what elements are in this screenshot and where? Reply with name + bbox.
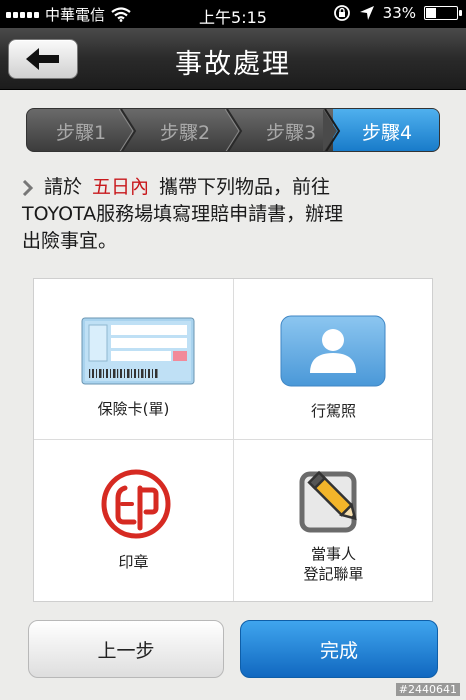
insurance-card-icon	[81, 317, 195, 385]
required-items-grid: 保險卡(單) 行駕照 印章 當事人 登記聯單	[33, 278, 433, 602]
navigation-bar: 事故處理	[0, 28, 466, 90]
item-party-registration-form: 當事人 登記聯單	[234, 440, 433, 600]
instruction-after: 攜帶下列物品，前往	[159, 176, 331, 198]
page-title: 事故處理	[175, 49, 291, 80]
instruction-line-3: 出險事宜。	[22, 230, 118, 252]
battery-percent: 33%	[382, 4, 416, 22]
item-label: 行駕照	[310, 402, 356, 420]
finish-button[interactable]: 完成	[240, 620, 438, 678]
instruction-text: 請於 五日內 攜帶下列物品，前往 TOYOTA服務場填寫理賠申請書，辦理 出險事宜。	[22, 174, 452, 255]
instruction-line-1: 請於 五日內 攜帶下列物品，前往	[22, 174, 452, 201]
seal-stamp-icon	[101, 469, 171, 539]
battery-icon	[424, 6, 462, 20]
item-seal: 印章	[34, 440, 233, 600]
item-label: 印章	[118, 553, 149, 571]
step-separator-icon	[119, 109, 137, 151]
rotation-lock-icon	[333, 5, 350, 21]
driver-license-icon	[280, 315, 386, 387]
instruction-prefix: 請於	[44, 176, 83, 198]
item-label-line-1: 當事人	[310, 545, 356, 563]
step-separator-icon	[323, 109, 341, 151]
status-right: 33%	[333, 4, 462, 22]
step-4: 步驟4	[333, 109, 439, 151]
deadline-highlight: 五日內	[92, 176, 150, 198]
previous-step-button[interactable]: 上一步	[28, 620, 224, 678]
chevron-right-icon	[22, 180, 34, 196]
step-separator-icon	[225, 109, 243, 151]
item-label-line-2: 登記聯單	[303, 565, 364, 583]
item-insurance-card: 保險卡(單)	[34, 279, 233, 439]
battery-fill	[426, 8, 436, 18]
status-bar: 中華電信 上午5:15 33%	[0, 0, 466, 28]
watermark: #2440641	[395, 683, 460, 696]
item-label: 保險卡(單)	[97, 400, 170, 418]
instruction-line-2: TOYOTA服務場填寫理賠申請書，辦理	[22, 203, 344, 225]
step-2: 步驟2	[159, 121, 211, 144]
item-driver-license: 行駕照	[234, 279, 433, 439]
location-arrow-icon	[359, 6, 374, 20]
edit-form-icon	[299, 470, 357, 533]
step-progress: 步驟1 步驟2 步驟3 步驟4	[26, 108, 440, 152]
